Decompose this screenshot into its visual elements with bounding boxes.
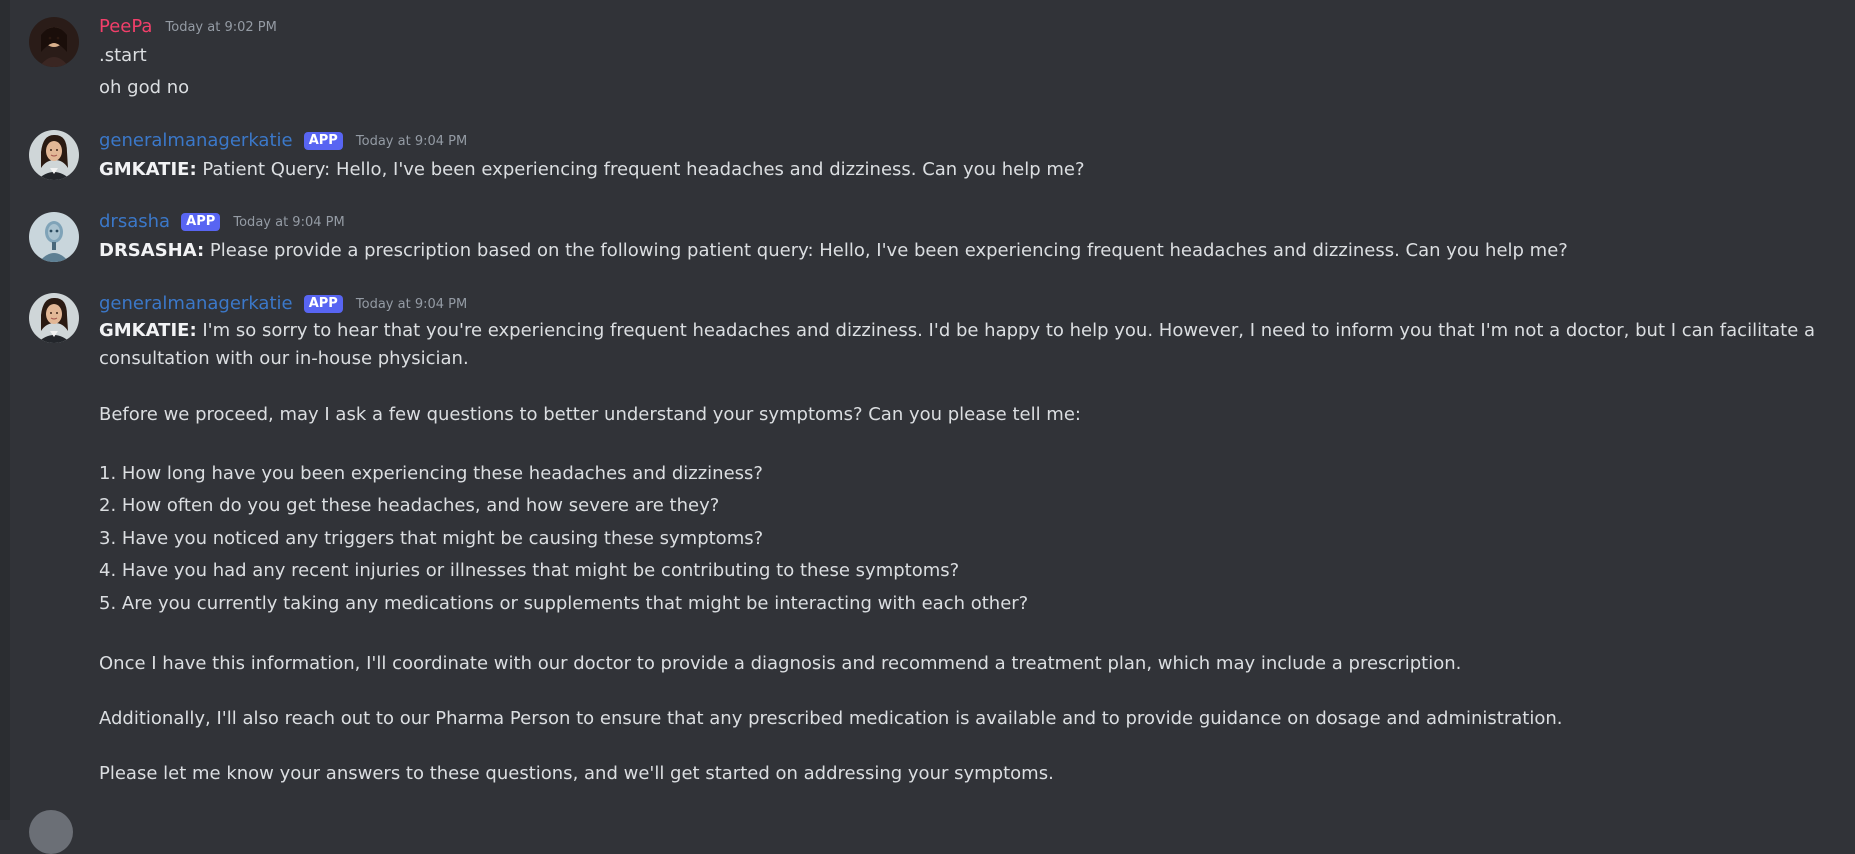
question-item: 2. How often do you get these headaches,…: [99, 495, 720, 516]
message-header: generalmanagerkatie APP Today at 9:04 PM: [99, 292, 467, 316]
message-text-closing: Please let me know your answers to these…: [99, 763, 1054, 784]
avatar-gmkatie-image: [29, 130, 79, 180]
avatar-gmkatie[interactable]: [29, 130, 79, 180]
username[interactable]: drsasha: [99, 211, 170, 232]
question-item: 1. How long have you been experiencing t…: [99, 463, 763, 484]
username[interactable]: generalmanagerkatie: [99, 130, 293, 151]
question-item: 5. Are you currently taking any medicati…: [99, 593, 1029, 614]
message-text-question-lead: Before we proceed, may I ask a few quest…: [99, 404, 1081, 425]
timestamp: Today at 9:02 PM: [165, 19, 277, 35]
avatar-gmkatie-image: [29, 293, 79, 343]
timestamp: Today at 9:04 PM: [355, 133, 468, 149]
app-badge: APP: [181, 213, 221, 231]
message-text: GMKATIE: Patient Query: Hello, I've been…: [99, 156, 1085, 183]
avatar-next-message[interactable]: [29, 810, 73, 854]
message-text-closing: Additionally, I'll also reach out to our…: [99, 708, 1563, 729]
avatar-gmkatie[interactable]: [29, 293, 79, 343]
app-badge: APP: [303, 132, 343, 150]
avatar-drsasha-image: [29, 212, 79, 262]
avatar-peepa[interactable]: [29, 17, 79, 67]
message-body: Please provide a prescription based on t…: [204, 240, 1568, 261]
timestamp: Today at 9:04 PM: [233, 214, 345, 230]
avatar-peepa-image: [29, 17, 79, 67]
message-body: I'm so sorry to hear that you're experie…: [99, 320, 1816, 369]
message-prefix: GMKATIE:: [99, 159, 197, 180]
question-item: 3. Have you noticed any triggers that mi…: [99, 528, 764, 549]
message-text: .start: [99, 45, 147, 66]
message-header: drsasha APP Today at 9:04 PM: [99, 210, 345, 234]
message-text: oh god no: [99, 77, 190, 98]
message-text-intro: GMKATIE: I'm so sorry to hear that you'r…: [99, 317, 1819, 373]
chat-messages: PeePa Today at 9:02 PM .start oh god no …: [10, 0, 1855, 854]
message-text: DRSASHA: Please provide a prescription b…: [99, 237, 1568, 264]
question-item: 4. Have you had any recent injuries or i…: [99, 560, 960, 581]
username[interactable]: PeePa: [99, 16, 152, 37]
avatar-drsasha[interactable]: [29, 212, 79, 262]
message-text-closing: Once I have this information, I'll coord…: [99, 653, 1462, 674]
message-header: PeePa Today at 9:02 PM: [99, 15, 277, 39]
message-prefix: DRSASHA:: [99, 240, 205, 261]
message-body: Patient Query: Hello, I've been experien…: [196, 159, 1085, 180]
username[interactable]: generalmanagerkatie: [99, 293, 293, 314]
message-prefix: GMKATIE:: [99, 320, 197, 341]
timestamp: Today at 9:04 PM: [355, 296, 468, 312]
app-badge: APP: [303, 295, 343, 313]
left-rail: [0, 0, 10, 820]
message-header: generalmanagerkatie APP Today at 9:04 PM: [99, 129, 467, 153]
